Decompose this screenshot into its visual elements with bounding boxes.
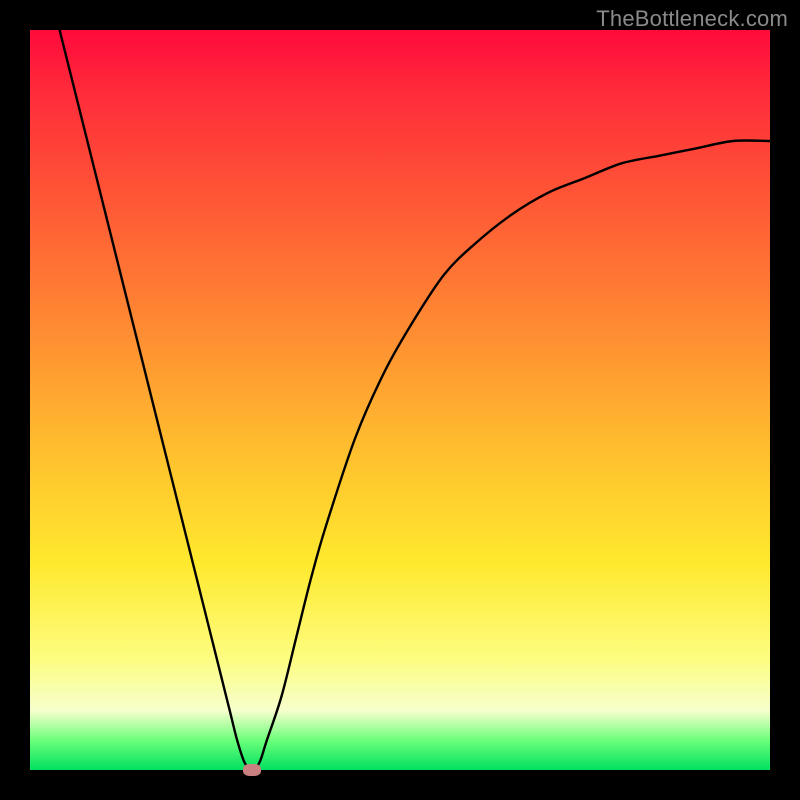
plot-area: [30, 30, 770, 770]
bottleneck-curve: [30, 30, 770, 770]
min-marker: [243, 764, 261, 776]
curve-path: [60, 30, 770, 770]
watermark-text: TheBottleneck.com: [596, 6, 788, 32]
chart-frame: TheBottleneck.com: [0, 0, 800, 800]
